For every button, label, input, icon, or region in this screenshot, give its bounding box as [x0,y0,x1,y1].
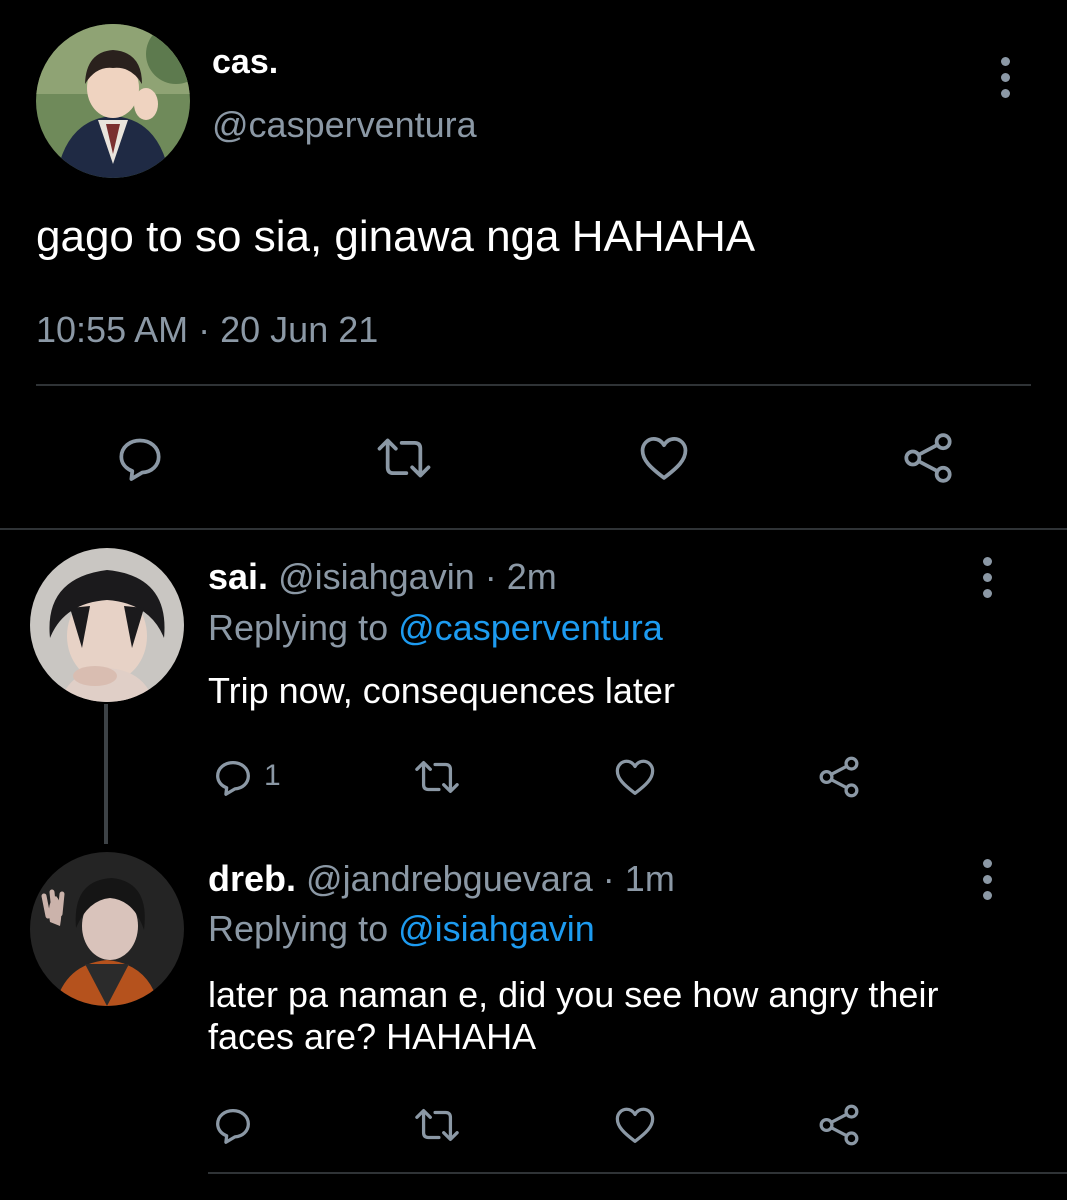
reply-more-options-icon[interactable] [977,859,997,900]
header-separator: · [602,858,615,899]
main-tweet-timestamp[interactable]: 10:55 AM · 20 Jun 21 [36,309,378,351]
reply-icon[interactable] [210,1102,256,1148]
main-more-options-icon[interactable] [995,57,1015,98]
reply-header: sai. @isiahgavin · 2m [208,556,557,598]
reply-author-handle[interactable]: @jandrebguevara [306,858,593,899]
replying-to-mention[interactable]: @casperventura [398,607,663,648]
reply-author-avatar[interactable] [30,852,184,1006]
retweet-icon[interactable] [410,1102,464,1148]
replying-to-label: Replying to [208,607,389,648]
replying-to-label: Replying to [208,908,389,949]
share-icon[interactable] [816,1102,862,1148]
header-separator: · [484,556,497,597]
share-icon[interactable] [900,430,956,486]
like-icon[interactable] [612,754,658,800]
reply-author-handle[interactable]: @isiahgavin [278,556,475,597]
reply-time[interactable]: 2m [507,556,557,597]
main-tweet-divider [36,384,1031,386]
replying-to-mention[interactable]: @isiahgavin [398,908,595,949]
tweet-time: 10:55 AM [36,309,189,350]
main-author-name[interactable]: cas. [212,43,278,82]
like-icon[interactable] [636,430,692,486]
replying-to-line: Replying to @casperventura [208,607,663,649]
reply-author-name[interactable]: dreb. [208,858,296,899]
like-icon[interactable] [612,1102,658,1148]
main-author-avatar[interactable] [36,24,190,178]
main-tweet-text: gago to so sia, ginawa nga HAHAHA [36,212,756,261]
retweet-icon[interactable] [410,754,464,800]
reply-count: 1 [264,759,281,792]
reply-more-options-icon[interactable] [977,557,997,598]
reply-author-avatar[interactable] [30,548,184,702]
main-author-handle[interactable]: @casperventura [212,104,477,146]
thread-connector-line [104,704,108,844]
replying-to-line: Replying to @isiahgavin [208,908,595,950]
reply-text: Trip now, consequences later [208,670,675,711]
share-icon[interactable] [816,754,862,800]
reply-header: dreb. @jandrebguevara · 1m [208,858,675,900]
reply-author-name[interactable]: sai. [208,556,268,597]
retweet-icon[interactable] [372,430,436,486]
bottom-divider [208,1172,1067,1174]
section-divider [0,528,1067,530]
reply-icon[interactable] [210,754,256,800]
timestamp-separator: · [198,309,211,350]
reply-icon[interactable] [112,430,168,486]
reply-text: later pa naman e, did you see how angry … [208,974,939,1057]
reply-time[interactable]: 1m [625,858,675,899]
tweet-date: 20 Jun 21 [220,309,379,350]
